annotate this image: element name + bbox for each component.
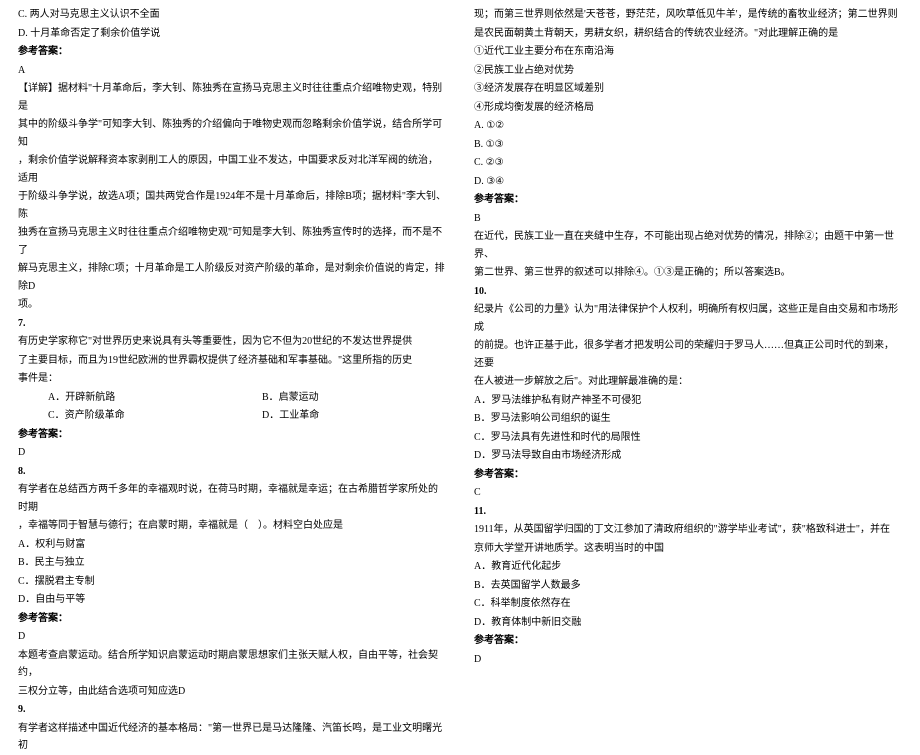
option-d: D．罗马法导致自由市场经济形成 bbox=[474, 447, 902, 465]
option-c: C．科举制度依然存在 bbox=[474, 595, 902, 613]
question-text: 京师大学堂开讲地质学。这表明当时的中国 bbox=[474, 540, 902, 558]
question-text: 是农民面朝黄土背朝天，男耕女织，耕织结合的传统农业经济。"对此理解正确的是 bbox=[474, 25, 902, 43]
option-b: B．去英国留学人数最多 bbox=[474, 577, 902, 595]
question-text: 现；而第三世界则依然是'天苍苍，野茫茫，风吹草低见牛羊'，是传统的畜牧业经济；第… bbox=[474, 6, 902, 24]
statement-3: ③经济发展存在明显区域差别 bbox=[474, 80, 902, 98]
option-a: A．权利与财富 bbox=[18, 536, 446, 554]
answer-label: 参考答案： bbox=[474, 632, 902, 650]
option-b: B．民主与独立 bbox=[18, 554, 446, 572]
question-text: 事件是： bbox=[18, 370, 446, 388]
question-text: 了主要目标，而且为19世纪欧洲的世界霸权提供了经济基础和军事基础。"这里所指的历… bbox=[18, 352, 446, 370]
option-a: A．罗马法维护私有财产神圣不可侵犯 bbox=[474, 392, 902, 410]
explanation-text: 独秀在宣扬马克思主义时往往重点介绍唯物史观"可知是李大钊、陈独秀宣传时的选择，而… bbox=[18, 224, 446, 259]
option-row: C．资产阶级革命 D．工业革命 bbox=[18, 407, 446, 425]
question-text: 有历史学家称它"对世界历史来说具有头等重要性，因为它不但为20世纪的不发达世界提… bbox=[18, 333, 446, 351]
left-column: C. 两人对马克思主义认识不全面 D. 十月革命否定了剩余价值学说 参考答案： … bbox=[0, 0, 460, 651]
option-c: C．资产阶级革命 bbox=[18, 407, 232, 425]
option-b: B．启蒙运动 bbox=[232, 389, 446, 407]
explanation-text: 在近代，民族工业一直在夹缝中生存，不可能出现占绝对优势的情况，排除②；由题干中第… bbox=[474, 228, 902, 263]
option-a: A．开辟新航路 bbox=[18, 389, 232, 407]
explanation-text: 其中的阶级斗争学"可知李大钊、陈独秀的介绍偏向于唯物史观而忽略剩余价值学说，结合… bbox=[18, 116, 446, 151]
option-c: C．摆脱君主专制 bbox=[18, 573, 446, 591]
option-d: D. ③④ bbox=[474, 173, 902, 191]
question-text: 纪录片《公司的力量》认为"用法律保护个人权利，明确所有权归属，这些正是自由交易和… bbox=[474, 301, 902, 336]
option-d: D. 十月革命否定了剩余价值学说 bbox=[18, 25, 446, 43]
answer-value: C bbox=[474, 484, 902, 502]
question-text: 在人被进一步解放之后"。对此理解最准确的是： bbox=[474, 373, 902, 391]
question-text: ，幸福等同于智慧与德行；在启蒙时期，幸福就是（ ）。材料空白处应是 bbox=[18, 517, 446, 535]
option-c: C. ②③ bbox=[474, 154, 902, 172]
question-text: 1911年，从英国留学归国的丁文江参加了清政府组织的"游学毕业考试"，获"格致科… bbox=[474, 521, 902, 539]
question-text: 的前提。也许正基于此，很多学者才把发明公司的荣耀归于罗马人……但真正公司时代的到… bbox=[474, 337, 902, 372]
answer-label: 参考答案： bbox=[18, 43, 446, 61]
question-number: 10. bbox=[474, 283, 902, 301]
answer-value: D bbox=[18, 628, 446, 646]
statement-4: ④形成均衡发展的经济格局 bbox=[474, 99, 902, 117]
option-b: B. ①③ bbox=[474, 136, 902, 154]
question-number: 7. bbox=[18, 315, 446, 333]
answer-value: A bbox=[18, 62, 446, 80]
explanation-text: 解马克思主义，排除C项；十月革命是工人阶级反对资产阶级的革命，是对剩余价值说的肯… bbox=[18, 260, 446, 295]
answer-label: 参考答案： bbox=[474, 466, 902, 484]
right-column: 现；而第三世界则依然是'天苍苍，野茫茫，风吹草低见牛羊'，是传统的畜牧业经济；第… bbox=[460, 0, 920, 651]
answer-label: 参考答案： bbox=[474, 191, 902, 209]
answer-label: 参考答案： bbox=[18, 426, 446, 444]
option-d: D．工业革命 bbox=[232, 407, 446, 425]
option-c: C. 两人对马克思主义认识不全面 bbox=[18, 6, 446, 24]
question-text: 有学者在总结西方两千多年的幸福观时说，在荷马时期，幸福就是幸运；在古希腊哲学家所… bbox=[18, 481, 446, 516]
option-c: C．罗马法具有先进性和时代的局限性 bbox=[474, 429, 902, 447]
option-a: A. ①② bbox=[474, 117, 902, 135]
explanation-text: 第二世界、第三世界的叙述可以排除④。①③是正确的；所以答案选B。 bbox=[474, 264, 902, 282]
option-a: A．教育近代化起步 bbox=[474, 558, 902, 576]
option-b: B．罗马法影响公司组织的诞生 bbox=[474, 410, 902, 428]
explanation-text: 本题考查启蒙运动。结合所学知识启蒙运动时期启蒙思想家们主张天赋人权，自由平等，社… bbox=[18, 647, 446, 682]
statement-2: ②民族工业占绝对优势 bbox=[474, 62, 902, 80]
explanation-text: 项。 bbox=[18, 296, 446, 314]
option-d: D．自由与平等 bbox=[18, 591, 446, 609]
explanation-text: 于阶级斗争学说，故选A项；国共两党合作是1924年不是十月革命后，排除B项；据材… bbox=[18, 188, 446, 223]
option-d: D．教育体制中新旧交融 bbox=[474, 614, 902, 632]
answer-value: B bbox=[474, 210, 902, 228]
question-text: 有学者这样描述中国近代经济的基本格局："第一世界已是马达隆隆、汽笛长鸣，是工业文… bbox=[18, 720, 446, 755]
option-row: A．开辟新航路 B．启蒙运动 bbox=[18, 389, 446, 407]
answer-value: D bbox=[474, 651, 902, 669]
explanation-text: 【详解】据材料"十月革命后，李大钊、陈独秀在宣扬马克思主义时往往重点介绍唯物史观… bbox=[18, 80, 446, 115]
question-number: 8. bbox=[18, 463, 446, 481]
answer-value: D bbox=[18, 444, 446, 462]
explanation-text: ，剩余价值学说解释资本家剥削工人的原因，中国工业不发达，中国要求反对北洋军阀的统… bbox=[18, 152, 446, 187]
explanation-text: 三权分立等，由此结合选项可知应选D bbox=[18, 683, 446, 701]
question-number: 9. bbox=[18, 701, 446, 719]
question-number: 11. bbox=[474, 503, 902, 521]
answer-label: 参考答案： bbox=[18, 610, 446, 628]
statement-1: ①近代工业主要分布在东南沿海 bbox=[474, 43, 902, 61]
